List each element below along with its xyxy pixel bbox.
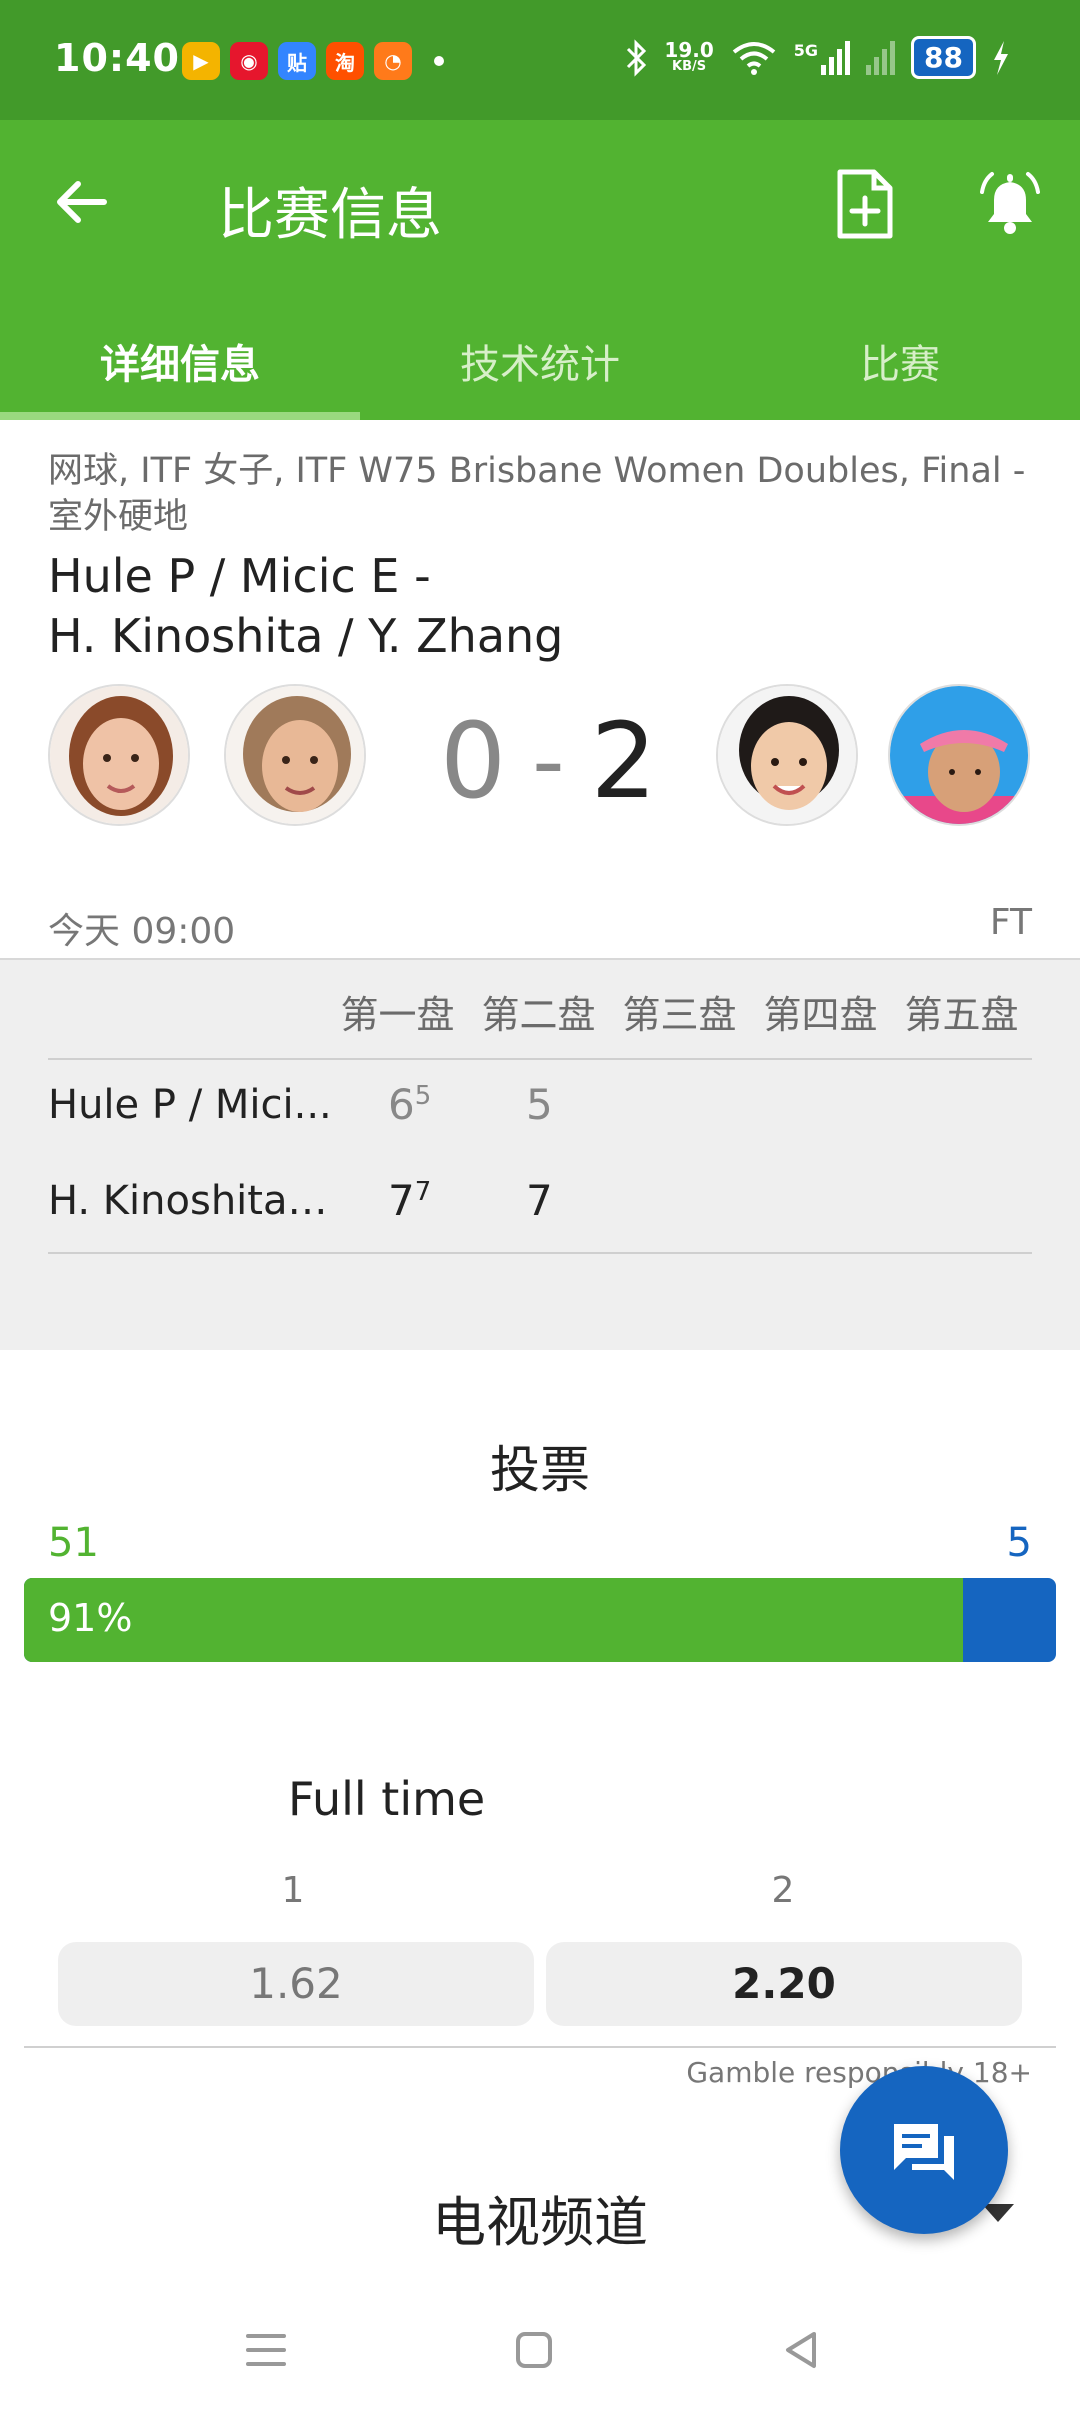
net-speed: 19.0 KB/S [664,38,714,74]
odds-title: Full time [288,1772,486,1826]
set2-team1: 5 [526,1080,553,1129]
league-info: 网球, ITF 女子, ITF W75 Brisbane Women Doubl… [48,451,1026,537]
set1-team2: 77 [388,1176,432,1225]
set2-team2: 7 [526,1176,553,1225]
set-scores-panel: 第一盘 第二盘 第三盘 第四盘 第五盘 Hule P / Mici... 65 … [0,958,1080,1350]
set-header-5: 第五盘 [904,993,1019,1037]
add-document-icon[interactable] [832,168,898,240]
odds-button-2[interactable]: 2.20 [546,1942,1022,2026]
charging-icon [994,40,1008,75]
vote-title: 投票 [490,1441,590,1499]
player-avatar-hule[interactable] [48,684,190,826]
back-icon[interactable] [772,2320,832,2380]
set-header-3: 第三盘 [622,993,737,1037]
more-notifications-icon [434,56,444,66]
taobao-icon: 淘 [326,42,364,80]
set-row-team2: H. Kinoshita ... [48,1178,338,1224]
wifi-icon [732,41,776,75]
divider [48,1252,1032,1254]
tab-bar: 详细信息 技术统计 比赛 [0,310,1080,420]
score-away: 2 [590,700,657,822]
status-app-icons: ▶ ◉ 贴 淘 ◔ [182,42,444,80]
orange-app-icon: ◔ [374,42,412,80]
status-time: 10:40 [54,36,180,80]
tieba-icon: 贴 [278,42,316,80]
player-avatar-micic[interactable] [224,684,366,826]
tab-matches[interactable]: 比赛 [720,310,1080,420]
match-score: 0 - 2 [440,700,657,822]
vote-bar-home-fill [24,1578,964,1662]
signal-sim2-icon [866,40,896,75]
status-indicators: 19.0 KB/S 5G 88 [624,36,1010,79]
set1-team1: 65 [388,1080,432,1129]
player-avatar-zhang[interactable] [888,684,1030,826]
team1-name: Hule P / Micic E - [48,549,431,603]
set-headers: 第一盘 第二盘 第三盘 第四盘 第五盘 [330,984,1029,1039]
menu-icon[interactable] [236,2320,296,2380]
set-header-1: 第一盘 [340,993,455,1037]
system-nav-bar [0,2290,1080,2414]
home-icon[interactable] [504,2320,564,2380]
score-home: 0 [440,700,507,822]
odds-label-1: 1 [281,1870,305,1911]
signal-5g-icon: 5G [794,40,851,75]
set-header-2: 第二盘 [481,993,596,1037]
odds-label-2: 2 [771,1870,795,1911]
bluetooth-icon [627,38,647,77]
battery-level: 88 [911,36,976,79]
vote-home-count: 51 [48,1520,99,1566]
team2-name: H. Kinoshita / Y. Zhang [48,609,564,663]
tab-statistics[interactable]: 技术统计 [360,310,720,420]
match-status: FT [989,902,1032,943]
matchup-title: Hule P / Micic E - H. Kinoshita / Y. Zha… [48,546,563,666]
set-row-team1: Hule P / Mici... [48,1082,332,1128]
divider [48,1058,1032,1060]
gamble-disclaimer: Gamble responsibly 18+ [686,2056,1032,2089]
video-app-icon: ▶ [182,42,220,80]
player-avatar-kinoshita[interactable] [716,684,858,826]
chat-icon [894,2124,954,2180]
divider [24,2046,1056,2048]
chat-button[interactable] [840,2066,1008,2234]
weibo-icon: ◉ [230,42,268,80]
match-start-time: 今天 09:00 [48,911,236,952]
vote-home-percent: 91% [48,1596,133,1640]
notification-bell-icon[interactable] [974,168,1046,240]
tab-details[interactable]: 详细信息 [0,310,360,420]
odds-button-1[interactable]: 1.62 [58,1942,534,2026]
page-title: 比赛信息 [218,183,442,248]
vote-away-count: 5 [1006,1520,1032,1566]
status-bar: 10:40 ▶ ◉ 贴 淘 ◔ 19.0 KB/S 5G 88 [0,0,1080,120]
vote-bar[interactable]: 91% [24,1578,1056,1662]
set-header-4: 第四盘 [763,993,878,1037]
back-arrow-icon[interactable] [52,172,112,232]
score-separator: - [532,708,565,814]
